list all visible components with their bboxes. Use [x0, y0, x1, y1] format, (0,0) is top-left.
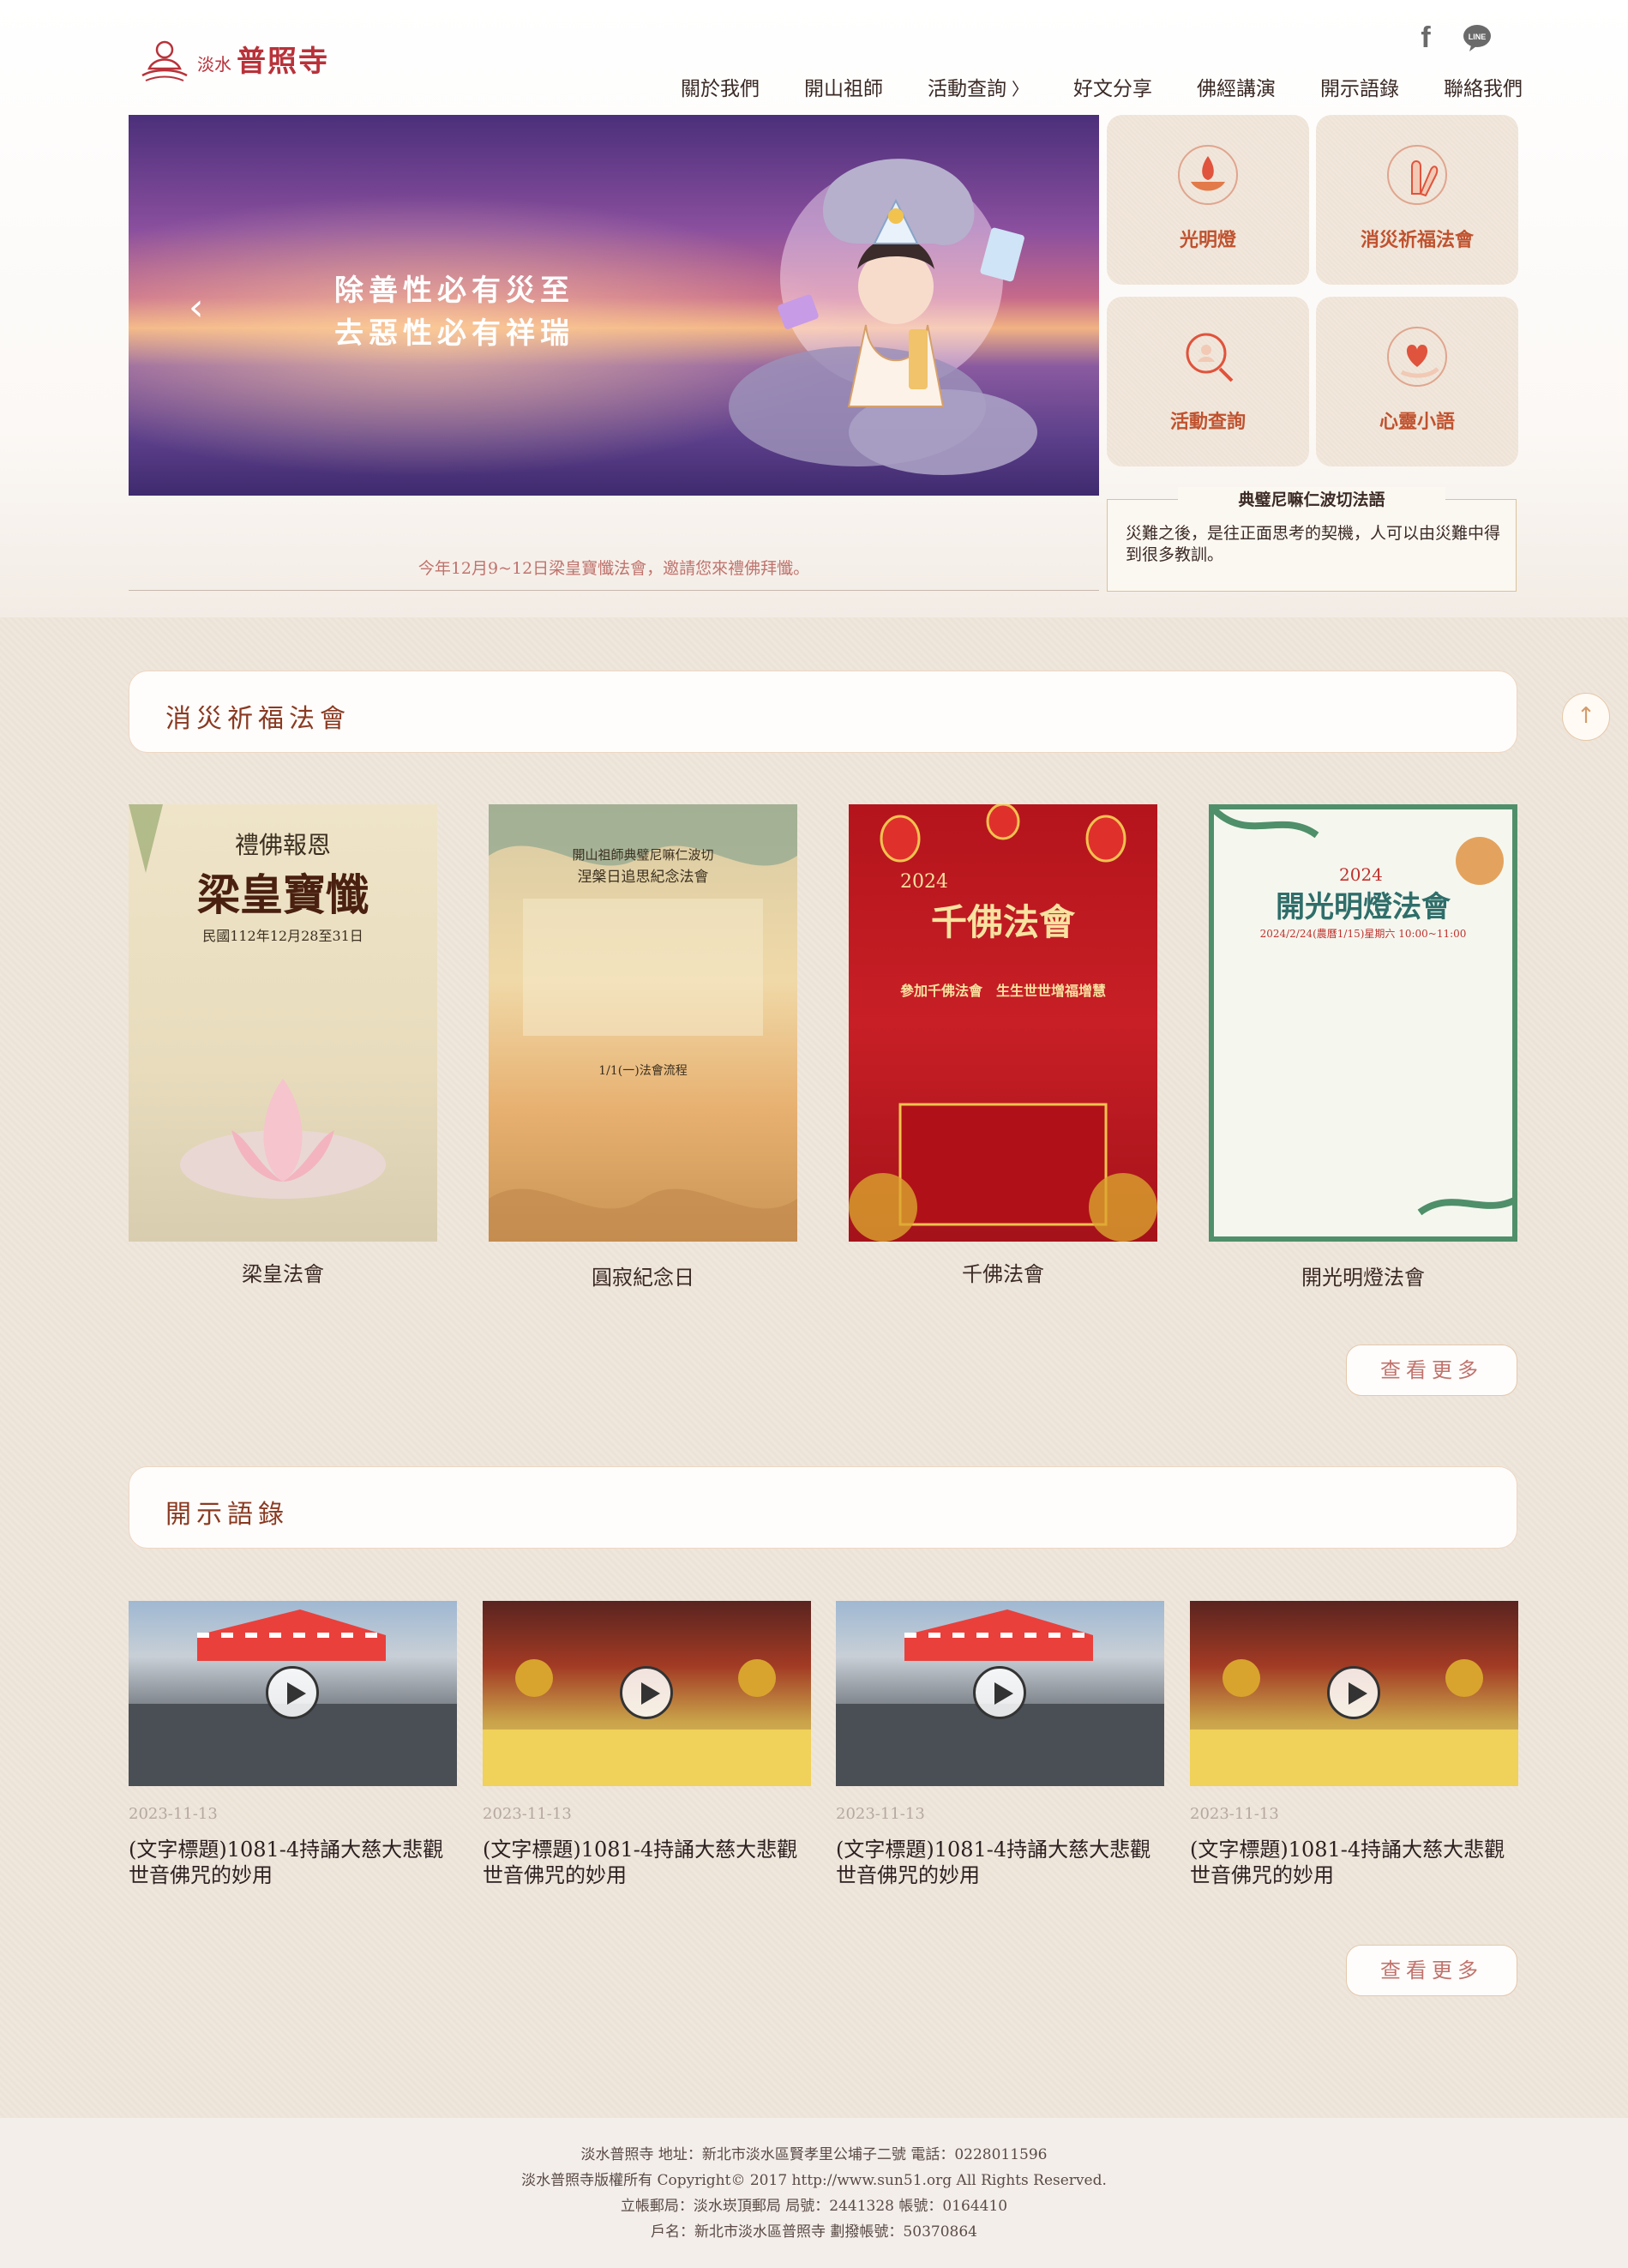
facebook-icon[interactable]: f [1415, 22, 1437, 53]
video-date: 2023-11-13 [483, 1805, 572, 1823]
footer-postal-account: 立帳郵局：淡水崁頂郵局 局號：2441328 帳號：0164410 [620, 2198, 1008, 2215]
poster-light-lamp[interactable]: 2024 開光明燈法會 2024/2/24(農曆1/15)星期六 10:00~1… [1209, 804, 1517, 1242]
nav-about[interactable]: 關於我們 [658, 72, 782, 101]
main-nav: 關於我們 開山祖師 活動查詢〉 好文分享 佛經講演 開示語錄 聯絡我們 [658, 72, 1545, 101]
poster-liangwang[interactable]: 禮佛報恩 梁皇寶懺 民國112年12月28至31日 [129, 804, 437, 1242]
poster-head: 2024 [900, 871, 948, 893]
more-events-button[interactable]: 查看更多 [1346, 1345, 1517, 1396]
line-icon-label: LINE [1469, 33, 1487, 41]
more-teachings-button[interactable]: 查看更多 [1346, 1945, 1517, 1996]
section-blessing-header: 消災祈福法會 [129, 671, 1517, 753]
logo-name: 普照寺 [237, 44, 329, 79]
buddha-logo-icon [141, 40, 188, 81]
nav-founder[interactable]: 開山祖師 [782, 72, 905, 101]
heart-hand-icon [1387, 327, 1447, 387]
play-icon[interactable] [620, 1666, 673, 1719]
poster-sub: 民國112年12月28至31日 [202, 928, 363, 944]
video-thumbnail[interactable] [129, 1601, 457, 1786]
hero-banner[interactable]: 除善性必有災至 去惡性必有祥瑞 ‹ [129, 115, 1099, 496]
play-icon[interactable] [973, 1666, 1026, 1719]
magnifier-buddha-icon [1186, 333, 1234, 382]
video-thumbnail[interactable] [1190, 1601, 1518, 1786]
praying-hands-icon [1387, 145, 1447, 205]
poster-head: 2024 [1339, 864, 1383, 885]
nav-events[interactable]: 活動查詢〉 [905, 72, 1051, 101]
nav-events-label: 活動查詢 [928, 78, 1006, 100]
banner-caption[interactable]: 今年12月9~12日梁皇寶懺法會，邀請您來禮佛拜懺。 [129, 556, 1099, 579]
site-logo[interactable]: 淡水 普照寺 [137, 31, 329, 86]
caption-divider [129, 590, 1099, 591]
poster-title: 千佛法會 [930, 901, 1075, 943]
poster-sub: 2024/2/24(農曆1/15)星期六 10:00~11:00 [1259, 928, 1467, 940]
tile-label: 心靈小語 [1379, 411, 1455, 433]
tile-label: 消災祈福法會 [1360, 229, 1474, 251]
video-date: 2023-11-13 [129, 1805, 218, 1823]
banner-prev-arrow[interactable]: ‹ [189, 286, 214, 329]
footer-transfer-account: 戶名：新北市淡水區普照寺 劃撥帳號：50370864 [651, 2223, 977, 2241]
poster-sub: 1/1(一)法會流程 [598, 1064, 688, 1078]
poster-title: 涅槃日追思紀念法會 [577, 869, 709, 886]
tile-heart-words[interactable]: 心靈小語 [1316, 297, 1518, 466]
poster-sub: 參加千佛法會 生生世世增福增慧 [899, 983, 1106, 999]
lamp-icon [1178, 145, 1238, 205]
poster-label[interactable]: 圓寂紀念日 [489, 1260, 797, 1290]
video-title[interactable]: (文字標題)1081-4持誦大慈大悲觀世音佛咒的妙用 [836, 1837, 1164, 1888]
banner-line-1: 除善性必有災至 [334, 274, 574, 308]
video-thumbnail[interactable] [836, 1601, 1164, 1786]
back-to-top-button[interactable]: ↑ [1562, 693, 1610, 741]
site-footer: 淡水普照寺 地址：新北市淡水區賢孝里公埔子二號 電話：0228011596 淡水… [0, 2118, 1628, 2268]
poster-title: 梁皇寶懺 [197, 869, 369, 920]
video-title[interactable]: (文字標題)1081-4持誦大慈大悲觀世音佛咒的妙用 [129, 1837, 457, 1888]
lantern-poster-art [849, 804, 1157, 1242]
nav-contact[interactable]: 聯絡我們 [1421, 72, 1545, 101]
play-icon[interactable] [1327, 1666, 1380, 1719]
poster-label[interactable]: 梁皇法會 [129, 1257, 437, 1287]
video-title[interactable]: (文字標題)1081-4持誦大慈大悲觀世音佛咒的妙用 [483, 1837, 811, 1888]
section-teachings-header: 開示語錄 [129, 1466, 1517, 1549]
poster-thousand-buddha[interactable]: 2024 千佛法會 參加千佛法會 生生世世增福增慧 [849, 804, 1157, 1242]
poster-label[interactable]: 開光明燈法會 [1209, 1260, 1517, 1290]
social-links: f LINE [1415, 22, 1492, 53]
section-title: 開示語錄 [165, 1500, 289, 1530]
nav-teachings[interactable]: 開示語錄 [1298, 72, 1421, 101]
poster-head: 禮佛報恩 [234, 831, 331, 859]
video-thumbnail[interactable] [483, 1601, 811, 1786]
banner-line-2: 去惡性必有祥瑞 [334, 316, 574, 351]
line-icon[interactable]: LINE [1463, 23, 1492, 52]
footer-address: 淡水普照寺 地址：新北市淡水區賢孝里公埔子二號 電話：0228011596 [580, 2146, 1048, 2163]
poster-head: 開山祖師典璧尼嘛仁波切 [572, 847, 714, 863]
dharma-quote-text: 災難之後，是往正面思考的契機，人可以由災難中得到很多教訓。 [1126, 524, 1501, 564]
video-title[interactable]: (文字標題)1081-4持誦大慈大悲觀世音佛咒的妙用 [1190, 1837, 1518, 1888]
banner-slogan: 除善性必有災至 去惡性必有祥瑞 [334, 269, 574, 355]
nav-articles[interactable]: 好文分享 [1051, 72, 1174, 101]
video-date: 2023-11-13 [1190, 1805, 1279, 1823]
video-date: 2023-11-13 [836, 1805, 925, 1823]
section-title: 消災祈福法會 [165, 704, 351, 734]
tile-light-lamp[interactable]: 光明燈 [1107, 115, 1309, 285]
logo-small-text: 淡水 [197, 53, 231, 75]
poster-title: 開光明燈法會 [1276, 890, 1451, 924]
guanyin-illustration [729, 159, 1037, 475]
chevron-right-icon: 〉 [1012, 79, 1029, 99]
tile-blessing-ceremony[interactable]: 消災祈福法會 [1316, 115, 1518, 285]
footer-copyright: 淡水普照寺版權所有 Copyright© 2017 http://www.sun… [521, 2172, 1107, 2189]
poster-label[interactable]: 千佛法會 [849, 1257, 1157, 1287]
tile-label: 活動查詢 [1169, 411, 1246, 433]
play-icon[interactable] [266, 1666, 319, 1719]
dharma-quote-title: 典璧尼嘛仁波切法語 [1178, 487, 1445, 510]
tile-label: 光明燈 [1179, 229, 1236, 251]
nav-sutra-talks[interactable]: 佛經講演 [1174, 72, 1298, 101]
poster-nirvana-memorial[interactable]: 開山祖師典璧尼嘛仁波切 涅槃日追思紀念法會 1/1(一)法會流程 [489, 804, 797, 1242]
tile-event-search[interactable]: 活動查詢 [1107, 297, 1309, 466]
